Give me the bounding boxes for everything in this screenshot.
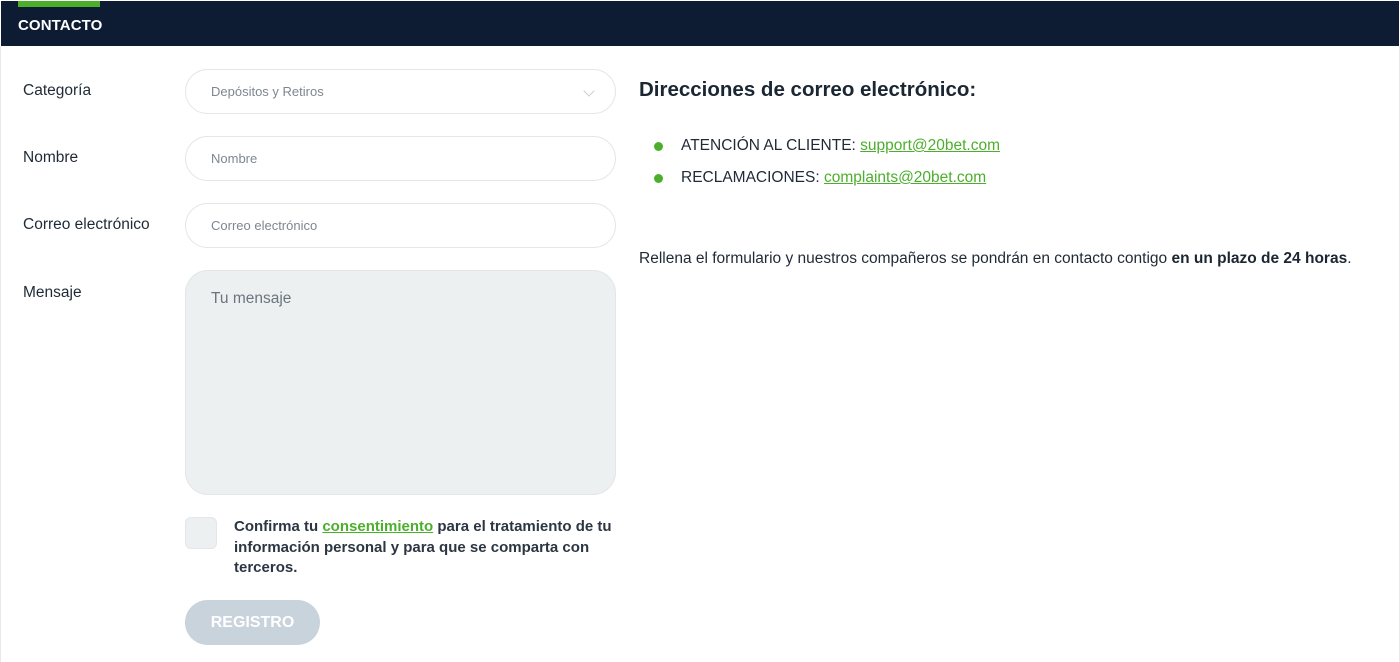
consent-link[interactable]: consentimiento [322, 518, 433, 535]
category-label: Categoría [23, 82, 92, 99]
category-select[interactable]: Depósitos y Retiros [185, 69, 616, 114]
email-input-placeholder: Correo electrónico [211, 218, 318, 233]
complaints-email-link[interactable]: complaints@20bet.com [824, 169, 986, 186]
note-end: . [1347, 250, 1352, 267]
name-input[interactable]: Nombre [185, 136, 616, 181]
bullet-icon [654, 142, 663, 151]
list-item: ATENCIÓN AL CLIENTE: support@20bet.com [654, 137, 1000, 169]
bullet-icon [654, 174, 663, 183]
email-item-label: ATENCIÓN AL CLIENTE: [681, 137, 856, 154]
email-item-label: RECLAMACIONES: [681, 169, 820, 186]
consent-text: Confirma tu consentimiento para el trata… [234, 517, 614, 579]
name-input-placeholder: Nombre [211, 151, 258, 166]
category-select-value: Depósitos y Retiros [211, 84, 324, 99]
message-textarea[interactable]: Tu mensaje [185, 270, 616, 495]
header-accent-bar [18, 1, 100, 7]
page-header: CONTACTO [1, 1, 1399, 46]
page-title: CONTACTO [18, 17, 103, 34]
consent-prefix: Confirma tu [234, 518, 319, 535]
support-email-link[interactable]: support@20bet.com [860, 137, 1000, 154]
note-text: Rellena el formulario y nuestros compañe… [639, 250, 1168, 267]
emails-title: Direcciones de correo electrónico: [639, 78, 977, 101]
message-label: Mensaje [23, 284, 82, 301]
email-label: Correo electrónico [23, 216, 150, 233]
response-time-note: Rellena el formulario y nuestros compañe… [639, 250, 1352, 268]
submit-button[interactable]: REGISTRO [185, 600, 320, 645]
name-label: Nombre [23, 149, 79, 166]
chevron-down-icon [583, 85, 595, 97]
email-list: ATENCIÓN AL CLIENTE: support@20bet.com R… [654, 137, 1000, 201]
consent-checkbox[interactable] [185, 517, 217, 549]
message-placeholder: Tu mensaje [211, 290, 292, 307]
list-item: RECLAMACIONES: complaints@20bet.com [654, 169, 1000, 201]
note-bold: en un plazo de 24 horas [1171, 250, 1348, 267]
email-input[interactable]: Correo electrónico [185, 203, 616, 248]
